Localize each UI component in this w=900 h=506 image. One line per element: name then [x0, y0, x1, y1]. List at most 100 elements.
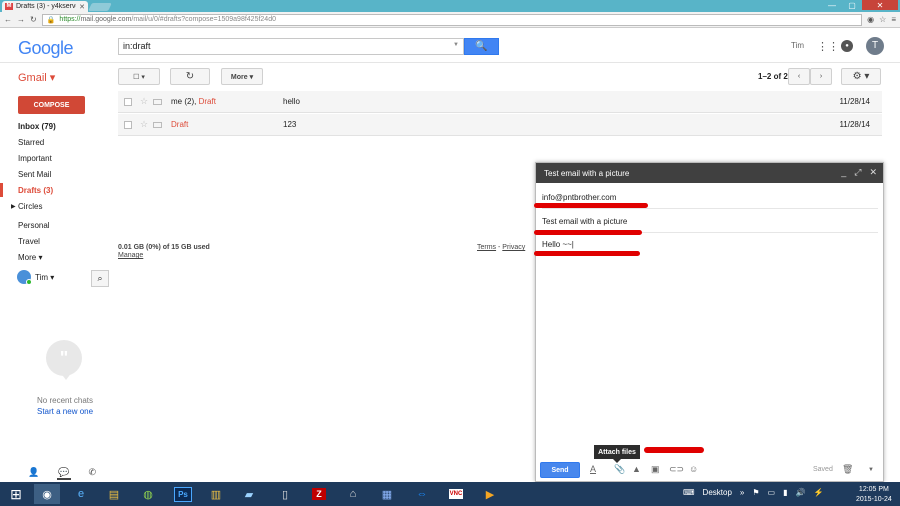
window-minimize-button[interactable]: —: [822, 0, 842, 10]
network-computer-icon[interactable]: ▦: [374, 484, 400, 504]
photoshop-icon[interactable]: Ps: [170, 484, 196, 504]
row-checkbox[interactable]: [124, 120, 132, 129]
system-tray: ⌨ Desktop » ⚑ ▭ ▮ 🔊 ⚡: [683, 488, 823, 497]
sidebar-item-important[interactable]: Important: [18, 154, 52, 163]
importance-marker-icon[interactable]: [153, 121, 163, 128]
active-tab-underline: [57, 478, 71, 480]
minimize-icon[interactable]: _: [841, 167, 846, 178]
next-page-button[interactable]: ›: [810, 68, 832, 85]
expand-arrow-icon[interactable]: ▶: [11, 203, 16, 210]
notepad-icon[interactable]: ▰: [236, 484, 262, 504]
row-checkbox[interactable]: [124, 97, 132, 106]
more-actions-button[interactable]: More ▾: [221, 68, 263, 85]
window-close-button[interactable]: ✕: [862, 0, 898, 10]
display-icon[interactable]: ▭: [768, 488, 776, 497]
chevron-up-icon[interactable]: »: [740, 488, 744, 497]
hangouts-icon[interactable]: 💬: [58, 467, 69, 478]
select-all-checkbox[interactable]: ☐ ▾: [118, 68, 160, 85]
importance-marker-icon[interactable]: [153, 98, 163, 105]
formatting-options-icon[interactable]: A: [590, 464, 596, 474]
online-status-icon: [26, 279, 32, 285]
sidebar-item-more[interactable]: More ▾: [18, 253, 42, 262]
sidebar-item-sent-mail[interactable]: Sent Mail: [18, 170, 51, 179]
file-explorer-icon[interactable]: ▤: [101, 484, 127, 504]
folder-icon[interactable]: ▥: [203, 484, 229, 504]
reload-icon[interactable]: ↻: [30, 15, 37, 24]
header-user-name[interactable]: Tim: [791, 41, 804, 50]
system-clock[interactable]: 12:05 PM 2015-10-24: [856, 485, 892, 505]
windows-start-icon[interactable]: ⊞: [4, 484, 28, 504]
start-chat-link[interactable]: Start a new one: [37, 407, 93, 416]
address-bar[interactable]: 🔒 https://mail.google.com/mail/u/0/#draf…: [41, 13, 863, 26]
hangouts-search-button[interactable]: ⌕: [91, 270, 109, 287]
star-icon[interactable]: ☆: [140, 96, 148, 107]
table-row[interactable]: ☆ Draft 123 11/28/14: [118, 114, 882, 136]
paperclip-icon[interactable]: 📎: [614, 464, 625, 475]
desktop-label[interactable]: Desktop: [703, 488, 732, 497]
header-divider: [0, 62, 900, 63]
compose-button[interactable]: COMPOSE: [18, 96, 85, 114]
insert-link-icon[interactable]: ⊂⊃: [669, 464, 684, 475]
sidebar-item-travel[interactable]: Travel: [18, 237, 40, 246]
notification-flag-icon[interactable]: ⚑: [752, 488, 759, 497]
account-avatar[interactable]: T: [866, 37, 884, 55]
vnc-viewer-icon[interactable]: VNC: [443, 484, 469, 504]
sidebar-item-inbox[interactable]: Inbox (79): [18, 122, 56, 131]
manage-storage-link[interactable]: Manage: [118, 252, 143, 259]
window-maximize-button[interactable]: ▢: [842, 0, 862, 10]
internet-explorer-icon[interactable]: e: [68, 484, 94, 504]
back-arrow-icon[interactable]: ←: [4, 15, 12, 24]
table-row[interactable]: ☆ me (2), Draft hello 11/28/14: [118, 91, 882, 113]
send-button[interactable]: Send: [540, 462, 580, 478]
compose-header[interactable]: Test email with a picture _ ⤢ ✕: [536, 163, 883, 183]
chrome-icon[interactable]: ◉: [34, 484, 60, 504]
teamviewer-icon[interactable]: ⇔: [409, 484, 435, 504]
more-options-chevron-icon[interactable]: ▼: [868, 467, 874, 473]
hangouts-user[interactable]: Tim ▾: [17, 270, 54, 285]
sidebar-item-personal[interactable]: Personal: [18, 221, 50, 230]
sidebar-item-drafts[interactable]: Drafts (3): [18, 186, 53, 195]
dreamweaver-icon[interactable]: ◍: [135, 484, 161, 504]
sidebar-item-circles[interactable]: Circles: [18, 202, 42, 211]
close-icon[interactable]: ✕: [869, 167, 877, 178]
filezilla-icon[interactable]: Z: [306, 484, 332, 504]
document-icon[interactable]: ▯: [272, 484, 298, 504]
chrome-menu-icon[interactable]: ≡: [891, 15, 896, 24]
power-icon[interactable]: ⚡: [813, 488, 823, 497]
search-button[interactable]: 🔍: [464, 38, 499, 55]
media-player-icon[interactable]: ▶: [477, 484, 503, 504]
pop-out-icon[interactable]: ⤢: [854, 167, 861, 178]
bookmark-star-icon[interactable]: ☆: [879, 15, 886, 24]
house-icon[interactable]: ⌂: [340, 484, 366, 504]
settings-button[interactable]: ⚙ ▾: [841, 68, 881, 85]
privacy-link[interactable]: Privacy: [502, 244, 525, 251]
trash-icon[interactable]: 🗑: [842, 464, 853, 475]
terms-link[interactable]: Terms: [477, 244, 496, 251]
refresh-button[interactable]: ↻: [170, 68, 210, 85]
emoji-icon[interactable]: ☺: [689, 464, 698, 474]
previous-page-button[interactable]: ‹: [788, 68, 810, 85]
search-options-chevron-icon[interactable]: ▼: [453, 42, 459, 48]
star-icon[interactable]: ☆: [140, 119, 148, 130]
tab-close-icon[interactable]: ✕: [79, 3, 85, 11]
network-icon[interactable]: ▮: [783, 488, 787, 497]
clock-date: 2015-10-24: [856, 496, 892, 503]
keyboard-icon[interactable]: ⌨: [683, 488, 695, 497]
new-tab-button[interactable]: [88, 3, 112, 11]
search-icon: 🔍: [475, 41, 488, 52]
phone-icon[interactable]: ✆: [88, 467, 96, 478]
insert-photo-icon[interactable]: ▣: [651, 464, 660, 475]
google-logo[interactable]: Google: [18, 38, 74, 59]
gmail-app-switcher[interactable]: Gmail ▾: [18, 71, 55, 84]
message-body[interactable]: Hello ~~|: [542, 240, 574, 249]
annotation-underline: [534, 230, 642, 235]
notifications-icon[interactable]: ●: [841, 40, 853, 52]
extension-icon[interactable]: ◉: [867, 15, 874, 24]
sidebar-item-starred[interactable]: Starred: [18, 138, 44, 147]
search-input[interactable]: in:draft: [118, 38, 464, 55]
contacts-icon[interactable]: 👤: [28, 467, 39, 478]
forward-arrow-icon[interactable]: →: [17, 15, 25, 24]
volume-icon[interactable]: 🔊: [796, 488, 806, 497]
browser-tab[interactable]: M Drafts (3) - y4kserve ✕: [2, 1, 88, 12]
google-drive-icon[interactable]: ▲: [632, 464, 641, 474]
